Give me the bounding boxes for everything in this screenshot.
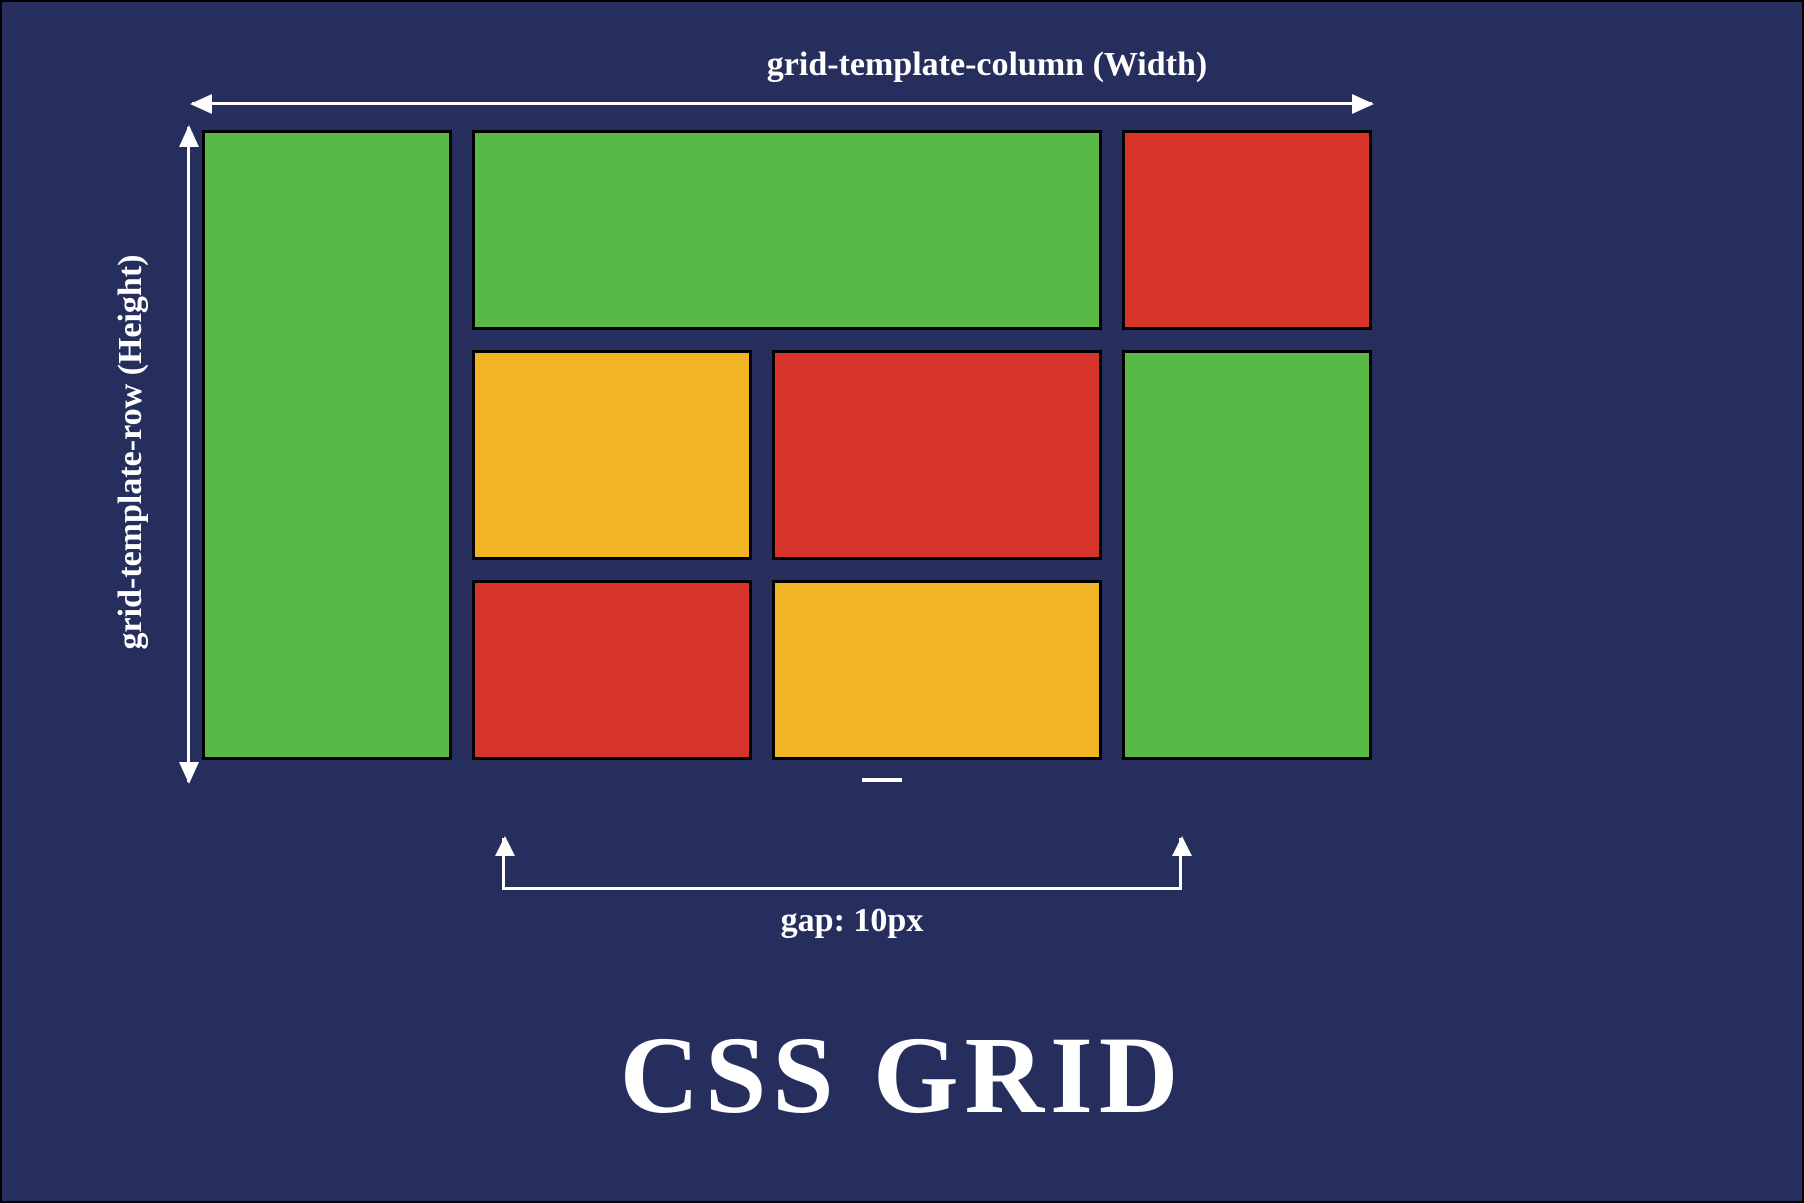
column-axis-label: grid-template-column (Width)	[587, 46, 1387, 84]
gap-tick-mark	[862, 778, 902, 782]
grid-cell-a	[202, 130, 452, 760]
grid-demo	[202, 130, 1367, 780]
gap-bracket	[502, 838, 1182, 890]
diagram-title: CSS GRID	[2, 1012, 1802, 1139]
grid-cell-g	[472, 580, 752, 760]
row-height-arrow	[187, 127, 190, 782]
grid-cell-d	[472, 350, 752, 560]
row-axis-label: grid-template-row (Height)	[112, 132, 150, 772]
grid-cell-f	[1122, 350, 1372, 760]
grid-cell-h	[772, 580, 1102, 760]
gap-label: gap: 10px	[502, 902, 1202, 940]
grid-cell-e	[772, 350, 1102, 560]
grid-cell-b	[472, 130, 1102, 330]
column-width-arrow	[192, 102, 1372, 105]
grid-cell-c	[1122, 130, 1372, 330]
